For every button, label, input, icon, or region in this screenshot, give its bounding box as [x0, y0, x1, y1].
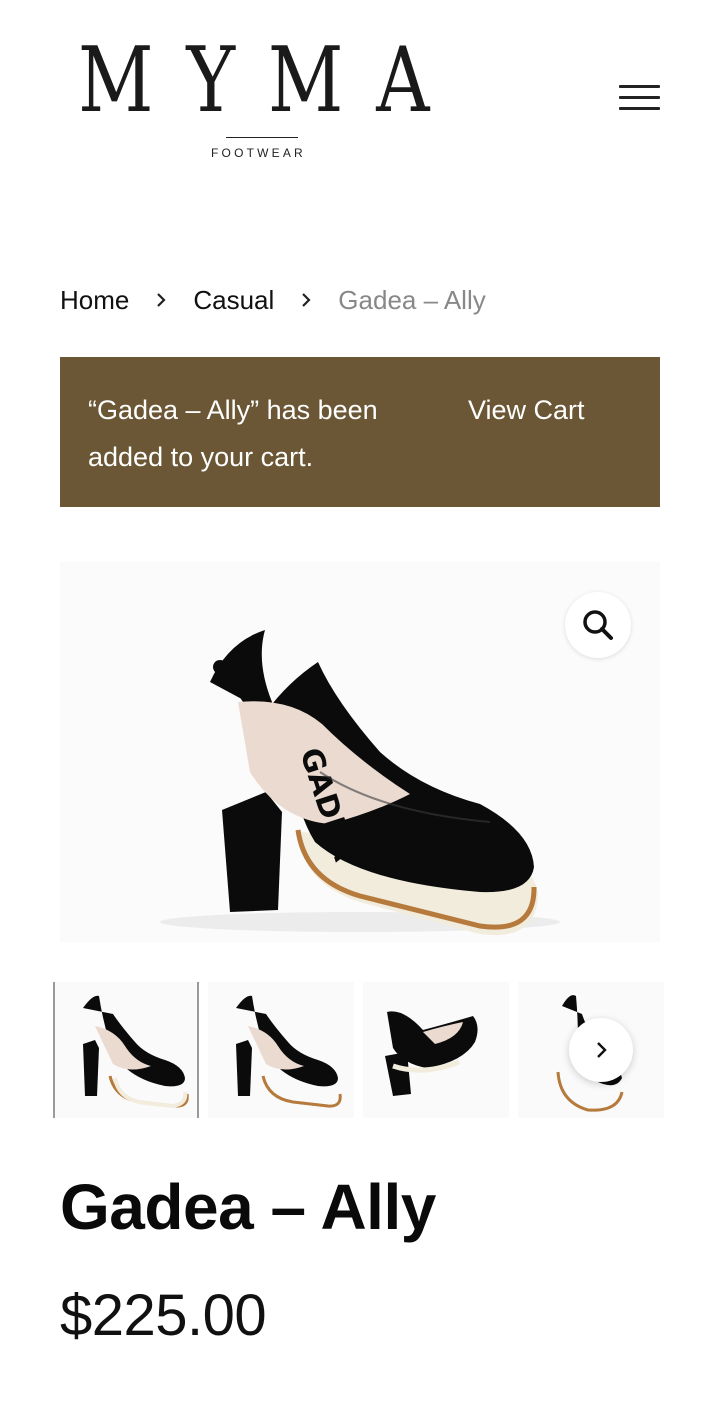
thumbnails-next-button[interactable]	[569, 1018, 633, 1082]
product-title: Gadea – Ally	[60, 1171, 436, 1243]
product-price: $225.00	[60, 1283, 267, 1348]
thumbnail-3[interactable]	[363, 982, 509, 1118]
logo-wordmark: MYMA	[78, 28, 463, 133]
thumbnail-strip	[53, 982, 664, 1118]
cart-notice-message: “Gadea – Ally” has been added to your ca…	[88, 395, 378, 472]
breadcrumb: Home Casual Gadea – Ally	[60, 280, 486, 320]
view-cart-link[interactable]: View Cart	[468, 387, 585, 434]
magnifier-icon[interactable]	[565, 592, 631, 658]
thumbnail-1[interactable]	[53, 982, 199, 1118]
hamburger-menu-icon[interactable]	[614, 80, 664, 118]
site-header: MYMA FOOTWEAR	[0, 0, 720, 190]
cart-notice: “Gadea – Ally” has been added to your ca…	[60, 357, 660, 507]
chevron-right-icon	[157, 293, 166, 307]
breadcrumb-home[interactable]: Home	[60, 285, 129, 316]
chevron-right-icon	[597, 1042, 607, 1058]
chevron-right-icon	[302, 293, 311, 307]
product-main-image[interactable]: GADEA	[60, 562, 660, 942]
thumbnail-2[interactable]	[208, 982, 354, 1118]
logo-subtitle: FOOTWEAR	[211, 146, 306, 160]
breadcrumb-casual[interactable]: Casual	[193, 285, 274, 316]
breadcrumb-current: Gadea – Ally	[338, 284, 486, 315]
logo-divider	[226, 137, 298, 138]
myma-footwear-logo[interactable]: MYMA FOOTWEAR	[78, 36, 448, 166]
